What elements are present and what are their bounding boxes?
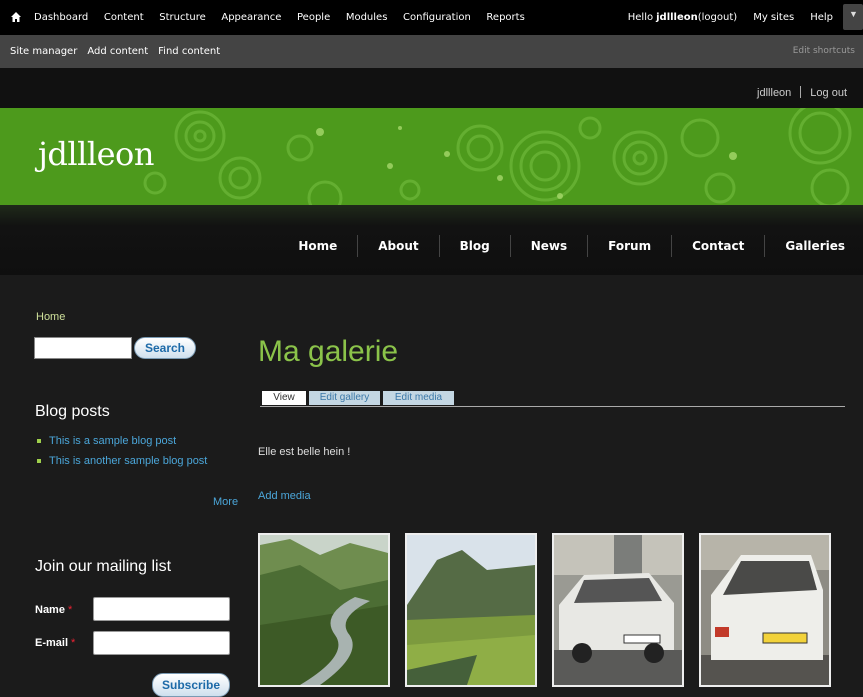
menu-appearance[interactable]: Appearance xyxy=(221,12,281,23)
blog-post-link[interactable]: This is another sample blog post xyxy=(49,455,207,467)
blog-post-link[interactable]: This is a sample blog post xyxy=(49,435,176,447)
chevron-down-icon: ▼ xyxy=(849,9,858,19)
home-icon[interactable] xyxy=(10,10,22,22)
help-link[interactable]: Help xyxy=(810,12,833,23)
search-input[interactable] xyxy=(34,337,132,359)
local-tabs: View Edit gallery Edit media xyxy=(260,391,845,407)
toolbar-logout-link[interactable]: (logout) xyxy=(698,12,737,23)
list-item[interactable]: This is another sample blog post xyxy=(37,455,207,467)
edit-shortcuts-link[interactable]: Edit shortcuts xyxy=(793,46,855,56)
nav-divider xyxy=(438,235,440,257)
toolbar-user-area: Hello jdllleon (logout) My sites Help xyxy=(628,0,833,35)
divider xyxy=(800,86,802,98)
nav-home[interactable]: Home xyxy=(298,239,337,253)
shortcuts-toggle-button[interactable]: ▼ xyxy=(843,4,863,30)
search-button[interactable]: Search xyxy=(134,337,196,359)
gallery-thumbnail-mountain-fields[interactable] xyxy=(405,533,537,687)
gallery-thumbnail-valley-river[interactable] xyxy=(258,533,390,687)
shortcut-site-manager[interactable]: Site manager xyxy=(10,46,77,57)
gallery-thumbnail-white-car-front[interactable] xyxy=(552,533,684,687)
menu-modules[interactable]: Modules xyxy=(346,12,388,23)
nav-forum[interactable]: Forum xyxy=(608,239,651,253)
blog-posts-list: This is a sample blog post This is anoth… xyxy=(37,435,207,475)
subscribe-button[interactable]: Subscribe xyxy=(152,673,230,697)
admin-menu: Dashboard Content Structure Appearance P… xyxy=(34,0,540,35)
nav-divider xyxy=(587,235,589,257)
menu-structure[interactable]: Structure xyxy=(159,12,206,23)
nav-contact[interactable]: Contact xyxy=(692,239,744,253)
gallery-thumbnail-white-car-rear[interactable] xyxy=(699,533,831,687)
breadcrumb-home[interactable]: Home xyxy=(36,311,65,323)
menu-configuration[interactable]: Configuration xyxy=(403,12,471,23)
name-label: Name * xyxy=(35,604,73,616)
main-navigation: Home About Blog News Forum Contact Galle… xyxy=(0,205,863,275)
site-name[interactable]: jdllleon xyxy=(38,135,154,173)
shortcut-find-content[interactable]: Find content xyxy=(158,46,220,57)
add-media-link[interactable]: Add media xyxy=(258,490,311,502)
nav-divider xyxy=(671,235,673,257)
menu-content[interactable]: Content xyxy=(104,12,144,23)
blog-posts-heading: Blog posts xyxy=(35,403,110,420)
nav-blog[interactable]: Blog xyxy=(460,239,490,253)
shortcuts-bar: Site manager Add content Find content Ed… xyxy=(0,35,863,68)
account-bar: jdllleon Log out xyxy=(0,68,863,108)
menu-dashboard[interactable]: Dashboard xyxy=(34,12,88,23)
tab-edit-gallery[interactable]: Edit gallery xyxy=(309,391,380,405)
nav-news[interactable]: News xyxy=(531,239,567,253)
tab-view[interactable]: View xyxy=(262,391,306,405)
site-header-banner: jdllleon xyxy=(0,108,863,205)
name-field[interactable] xyxy=(93,597,230,621)
admin-toolbar: Dashboard Content Structure Appearance P… xyxy=(0,0,863,35)
tab-edit-media[interactable]: Edit media xyxy=(383,391,454,405)
menu-people[interactable]: People xyxy=(297,12,330,23)
list-item[interactable]: This is a sample blog post xyxy=(37,435,207,447)
nav-divider xyxy=(357,235,359,257)
toolbar-username[interactable]: jdllleon xyxy=(656,12,698,23)
mailing-list-heading: Join our mailing list xyxy=(35,558,172,575)
menu-reports[interactable]: Reports xyxy=(486,12,524,23)
nav-divider xyxy=(764,235,766,257)
sidebar: Home Search Blog posts This is a sample … xyxy=(0,275,250,697)
page-title: Ma galerie xyxy=(258,335,399,368)
required-marker: * xyxy=(67,604,73,616)
nav-divider xyxy=(509,235,511,257)
email-label: E-mail * xyxy=(35,637,76,649)
nav-about[interactable]: About xyxy=(378,239,418,253)
account-username-link[interactable]: jdllleon xyxy=(757,87,791,99)
shortcut-add-content[interactable]: Add content xyxy=(87,46,148,57)
nav-galleries[interactable]: Galleries xyxy=(785,239,845,253)
email-field[interactable] xyxy=(93,631,230,655)
hello-text: Hello xyxy=(627,12,654,23)
my-sites-link[interactable]: My sites xyxy=(753,12,794,23)
required-marker: * xyxy=(71,637,76,649)
bullet-icon xyxy=(37,459,41,463)
bullet-icon xyxy=(37,439,41,443)
account-logout-link[interactable]: Log out xyxy=(810,87,847,99)
body-text: Elle est belle hein ! xyxy=(258,446,351,458)
main-content: Ma galerie View Edit gallery Edit media … xyxy=(250,275,863,689)
more-link[interactable]: More xyxy=(213,496,238,508)
